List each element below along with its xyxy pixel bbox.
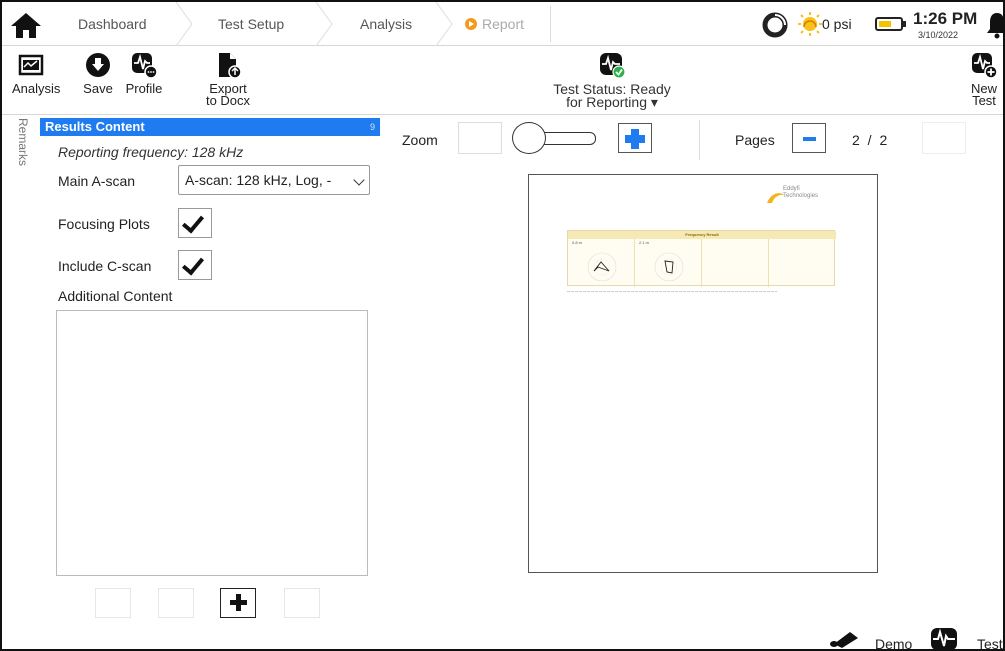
test-status-button[interactable]: Test Status: Ready for Reporting ▾ [532, 51, 692, 109]
page-indicator: 2 / 2 [852, 132, 890, 148]
tab-test-setup[interactable]: Test Setup [218, 2, 284, 46]
empty-plot-cell [769, 239, 836, 287]
chevron-right-icon [315, 2, 333, 46]
top-nav: Dashboard Test Setup Analysis Report 0 p… [2, 2, 1005, 46]
chevron-right-icon [175, 2, 193, 46]
tab-report[interactable]: Report [465, 2, 524, 46]
new-test-button[interactable]: New Test [964, 51, 1003, 108]
test-ready-icon [600, 53, 626, 79]
minus-icon [803, 137, 816, 141]
empty-plot-cell [702, 239, 769, 287]
checkmark-icon [181, 252, 205, 276]
content-action-button-1[interactable] [95, 588, 131, 618]
zoom-in-button[interactable] [618, 123, 652, 153]
export-label-line2: to Docx [205, 93, 251, 108]
demo-probe-icon [830, 632, 858, 648]
divider [699, 120, 700, 160]
tab-report-label: Report [482, 16, 525, 32]
chevron-right-icon [435, 2, 453, 46]
demo-label: Demo [875, 636, 913, 651]
previous-page-button[interactable] [792, 123, 826, 153]
focusing-plots-checkbox[interactable] [178, 208, 212, 238]
save-label: Save [83, 81, 113, 96]
tab-dashboard[interactable]: Dashboard [78, 2, 147, 46]
main-ascan-label: Main A-scan [58, 173, 136, 189]
chevron-down-icon [353, 174, 365, 186]
pages-label: Pages [735, 132, 775, 148]
pressure-gauge-icon [798, 12, 822, 36]
focusing-plots-label: Focusing Plots [58, 216, 150, 232]
dropdown-caret-icon: ▾ [647, 94, 658, 110]
results-panel-badge: 9 [369, 122, 375, 132]
zoom-slider-handle[interactable] [512, 122, 546, 154]
clock-time: 1:26 PM [913, 9, 978, 28]
loading-spinner-icon [762, 12, 788, 38]
toolbar: Analysis Save Profile Export to Docx Tes… [2, 47, 1003, 115]
tab-analysis[interactable]: Analysis [360, 2, 412, 46]
analysis-label: Analysis [12, 81, 61, 96]
battery-icon [875, 17, 906, 31]
new-label-line2: Test [972, 93, 996, 108]
document-export-icon [219, 53, 242, 79]
profile-label: Profile [125, 81, 163, 96]
content-action-button-4[interactable] [284, 588, 320, 618]
polar-plot-1 [587, 252, 617, 282]
download-icon [86, 53, 110, 77]
results-panel-title: Results Content [45, 119, 145, 134]
include-cscan-label: Include C-scan [58, 258, 152, 274]
additional-content-label: Additional Content [58, 288, 173, 304]
focus-plot-2: 2.1 m [635, 239, 702, 287]
chart-window-icon [18, 54, 44, 76]
zoom-label: Zoom [402, 132, 438, 148]
pressure-readout: 0 psi [822, 16, 852, 32]
export-docx-button[interactable]: Export to Docx [198, 51, 258, 107]
frequency-result-table: Frequency Result 0.8 m 2.1 m [567, 230, 836, 287]
next-page-button[interactable] [922, 122, 966, 154]
clock-date: 3/10/2022 [918, 30, 959, 40]
zoom-out-button[interactable] [458, 122, 502, 154]
report-page-preview[interactable]: Eddyfi Technologies Frequency Result 0.8… [528, 174, 878, 573]
test-waveform-icon [931, 628, 957, 649]
content-action-button-2[interactable] [158, 588, 194, 618]
bell-icon[interactable] [986, 11, 1005, 39]
analysis-button[interactable]: Analysis [12, 51, 60, 95]
new-test-icon [972, 53, 998, 79]
test-label: Test [977, 636, 1003, 651]
focus-plot-1: 0.8 m [568, 239, 635, 287]
additional-content-list[interactable] [56, 310, 368, 576]
plus-icon [230, 594, 247, 611]
remarks-tab[interactable]: Remarks [10, 118, 30, 188]
results-panel: Results Content 9 Reporting frequency: 1… [40, 118, 380, 638]
nav-spacer [550, 6, 760, 42]
frequency-result-title: Frequency Result [568, 231, 836, 239]
profile-button[interactable]: Profile [122, 51, 166, 95]
main-ascan-select[interactable]: A-scan: 128 kHz, Log, - [178, 165, 370, 195]
report-footnote [567, 290, 827, 293]
play-icon [465, 18, 477, 30]
reporting-frequency: Reporting frequency: 128 kHz [58, 144, 244, 160]
app-window: Dashboard Test Setup Analysis Report 0 p… [0, 0, 1005, 651]
save-button[interactable]: Save [81, 51, 115, 95]
waveform-profile-icon [132, 53, 158, 79]
add-content-button[interactable] [220, 588, 256, 618]
results-panel-header[interactable]: Results Content 9 [40, 118, 380, 136]
include-cscan-checkbox[interactable] [178, 250, 212, 280]
test-status-line2: for Reporting ▾ [566, 94, 658, 110]
checkmark-icon [181, 210, 205, 234]
polar-plot-2 [654, 252, 684, 282]
home-icon[interactable] [8, 10, 44, 40]
main-ascan-value: A-scan: 128 kHz, Log, - [185, 172, 332, 188]
company-logo-text: Eddyfi Technologies [783, 186, 819, 199]
